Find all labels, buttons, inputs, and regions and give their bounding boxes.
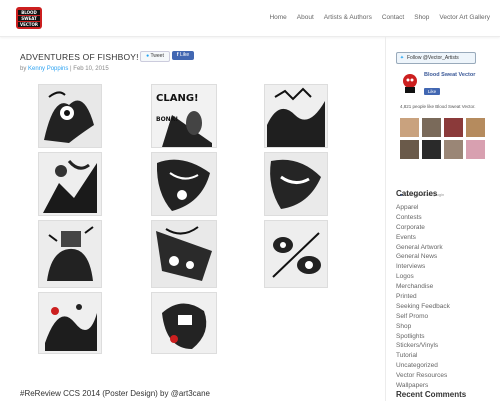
post-date: Feb 10, 2015 [73, 66, 109, 72]
comic-text-bonk: BONK! [156, 116, 178, 123]
comic-panel [264, 220, 328, 288]
tweet-button[interactable]: ● Tweet [140, 51, 170, 62]
fb-page-name[interactable]: Blood Sweat Vector [424, 72, 494, 79]
category-link[interactable]: Printed [396, 292, 496, 302]
fb-like-label: Like [427, 89, 437, 94]
categories-list: Apparel Contests Corporate Events Genera… [396, 203, 496, 391]
facebook-like-box: Blood Sweat Vector Like 4,821 people lik… [396, 66, 496, 197]
page-avatar[interactable] [401, 72, 419, 94]
category-link[interactable]: Logos [396, 272, 496, 282]
tweet-label: Tweet [150, 53, 164, 59]
post-meta: by Kenny Poppins | Feb 10, 2015 [20, 66, 109, 72]
nav-about[interactable]: About [297, 14, 314, 21]
comic-panel [38, 292, 102, 354]
category-link[interactable]: Uncategorized [396, 361, 496, 371]
fan-avatar[interactable] [466, 140, 485, 159]
fb-like-count: 4,821 people like Blood Sweat Vector. [400, 104, 476, 109]
fan-avatar[interactable] [444, 140, 463, 159]
nav-artists-authors[interactable]: Artists & Authors [324, 14, 372, 21]
category-link[interactable]: Apparel [396, 203, 496, 213]
category-link[interactable]: Spotlights [396, 332, 496, 342]
category-link[interactable]: Corporate [396, 223, 496, 233]
fb-page-like-button[interactable]: Like [424, 88, 440, 95]
fan-avatar[interactable] [400, 140, 419, 159]
fan-avatar[interactable] [466, 118, 485, 137]
category-link[interactable]: Self Promo [396, 312, 496, 322]
fan-avatar[interactable] [422, 118, 441, 137]
svg-text:VECTOR: VECTOR [20, 22, 38, 27]
follow-label: Follow @Vector_Artists [407, 55, 459, 61]
post-author[interactable]: Kenny Poppins [28, 66, 68, 72]
nav-shop[interactable]: Shop [414, 14, 429, 21]
category-link[interactable]: Seeking Feedback [396, 302, 496, 312]
categories-heading: Categories [396, 189, 438, 198]
site-header: BLOOD SWEAT VECTOR Home About Artists & … [0, 0, 500, 37]
category-link[interactable]: Interviews [396, 262, 496, 272]
category-link[interactable]: Events [396, 233, 496, 243]
comic-panel [38, 152, 102, 216]
comic-panel [264, 84, 328, 148]
sidebar-divider [385, 36, 386, 401]
twitter-icon: ● [146, 53, 150, 59]
svg-text:BLOOD: BLOOD [21, 10, 37, 15]
comic-panel: CLANG! BONK! [151, 84, 217, 148]
nav-vector-art-gallery[interactable]: Vector Art Gallery [439, 14, 490, 21]
comic-panel [151, 220, 217, 288]
recent-comments-heading: Recent Comments [396, 390, 467, 399]
comic-panel [38, 84, 102, 148]
main-nav: Home About Artists & Authors Contact Sho… [269, 14, 490, 21]
post-title[interactable]: ADVENTURES OF FISHBOY! [20, 52, 139, 62]
comic-panel [38, 220, 102, 288]
nav-home[interactable]: Home [269, 14, 286, 21]
comic-artwork[interactable]: CLANG! BONK! [38, 84, 328, 354]
fan-avatar[interactable] [444, 118, 463, 137]
twitter-bird-icon: ✦ [399, 55, 405, 61]
category-link[interactable]: Shop [396, 322, 496, 332]
facebook-icon: f [176, 52, 179, 58]
comic-panel [264, 152, 328, 216]
category-link[interactable]: General Artwork [396, 243, 496, 253]
comic-panel [151, 292, 217, 354]
fan-avatar[interactable] [400, 118, 419, 137]
category-link[interactable]: Vector Resources [396, 371, 496, 381]
fan-avatar[interactable] [422, 140, 441, 159]
nav-contact[interactable]: Contact [382, 14, 404, 21]
comic-panel [151, 152, 217, 216]
facebook-like-button[interactable]: f Like [172, 51, 194, 60]
category-link[interactable]: Merchandise [396, 282, 496, 292]
twitter-follow-button[interactable]: ✦ Follow @Vector_Artists [396, 52, 476, 64]
next-post-title[interactable]: #ReReview CCS 2014 (Poster Design) by @a… [20, 389, 210, 398]
category-link[interactable]: General News [396, 252, 496, 262]
category-link[interactable]: Contests [396, 213, 496, 223]
site-logo[interactable]: BLOOD SWEAT VECTOR [16, 7, 42, 29]
category-link[interactable]: Tutorial [396, 351, 496, 361]
comic-text-clang: CLANG! [156, 93, 199, 104]
like-label: Like [179, 52, 190, 58]
category-link[interactable]: Stickers/Vinyls [396, 341, 496, 351]
svg-text:SWEAT: SWEAT [21, 16, 37, 21]
